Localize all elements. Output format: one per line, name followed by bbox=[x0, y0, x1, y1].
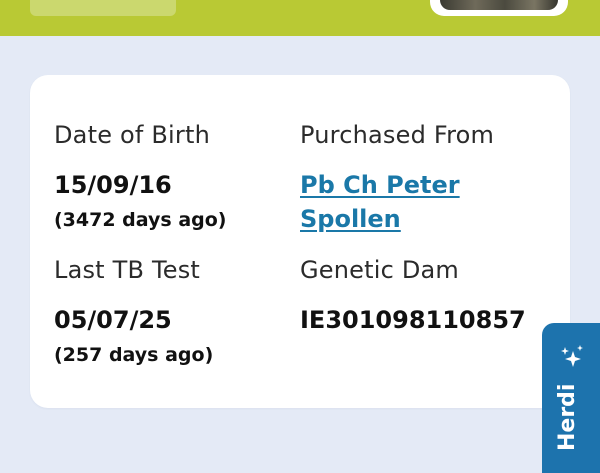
herdi-assistant-button[interactable]: Herdi bbox=[542, 323, 600, 473]
last-tb-test-section: Last TB Test bbox=[54, 256, 200, 284]
animal-photo-image bbox=[440, 0, 558, 10]
header-button[interactable] bbox=[30, 0, 176, 16]
purchased-from-section: Purchased From bbox=[300, 121, 494, 149]
animal-photo[interactable] bbox=[430, 0, 568, 16]
genetic-dam-label: Genetic Dam bbox=[300, 256, 460, 284]
purchased-from-link-line2: Spollen bbox=[300, 205, 401, 233]
animal-details-card: Date of Birth 15/09/16 (3472 days ago) P… bbox=[30, 75, 570, 408]
last-tb-test-days-ago: (257 days ago) bbox=[54, 344, 214, 366]
purchased-from-link[interactable]: Pb Ch Peter Spollen bbox=[300, 168, 500, 236]
genetic-dam-value: IE301098110857 bbox=[300, 306, 526, 334]
top-header bbox=[0, 0, 600, 36]
purchased-from-label: Purchased From bbox=[300, 121, 495, 149]
last-tb-test-value: 05/07/25 bbox=[54, 306, 172, 334]
herdi-label: Herdi bbox=[555, 383, 580, 451]
date-of-birth-label: Date of Birth bbox=[54, 121, 210, 149]
date-of-birth-days-ago: (3472 days ago) bbox=[54, 209, 227, 231]
last-tb-test-label: Last TB Test bbox=[54, 256, 201, 284]
genetic-dam-section: Genetic Dam bbox=[300, 256, 459, 284]
purchased-from-link-line1: Pb Ch Peter bbox=[300, 171, 460, 199]
date-of-birth-section: Date of Birth bbox=[54, 121, 210, 149]
date-of-birth-value: 15/09/16 bbox=[54, 171, 172, 199]
sparkles-icon bbox=[561, 345, 583, 367]
